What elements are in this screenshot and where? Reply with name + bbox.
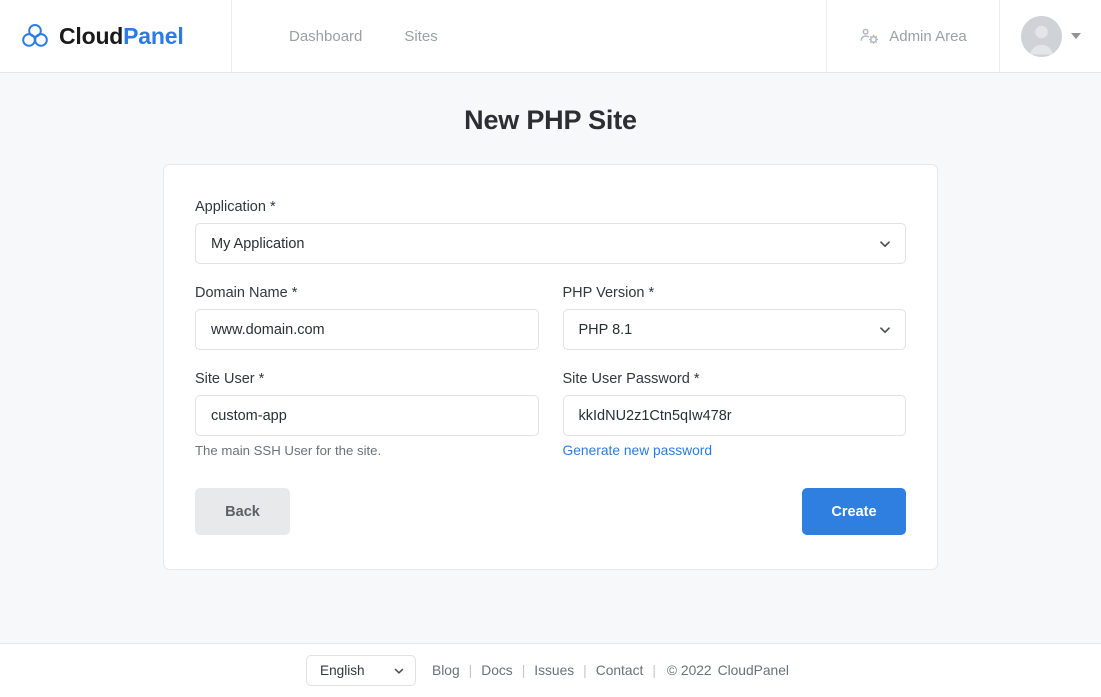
field-site-user: Site User * The main SSH User for the si… [195,371,539,458]
domain-name-input[interactable] [195,309,539,350]
footer-link-contact[interactable]: Contact [596,663,644,678]
admin-area-label: Admin Area [889,27,967,45]
create-button[interactable]: Create [802,488,906,535]
footer-separator: | [583,662,587,678]
footer-links: Blog | Docs | Issues | Contact | © 2022 C… [432,663,795,678]
application-label: Application * [195,199,276,215]
generate-new-password-link[interactable]: Generate new password [563,443,713,458]
field-site-user-password: Site User Password * Generate new passwo… [562,371,907,458]
caret-down-icon [1070,33,1081,39]
generate-password-line: Generate new password [563,443,907,458]
brand-logo-link[interactable]: CloudPanel [0,0,232,72]
site-user-label: Site User * [195,371,265,387]
site-user-password-label: Site User Password * [562,371,700,387]
form-row-domain-php: Domain Name * PHP Version * PHP 8.1 [195,285,906,371]
site-user-hint: The main SSH User for the site. [195,443,382,458]
copyright-name: CloudPanel [717,662,789,678]
application-select-wrapper[interactable]: My Application [195,223,906,264]
footer-link-blog[interactable]: Blog [432,663,460,678]
admin-area-link[interactable]: Admin Area [827,0,1000,72]
footer-copyright: © 2022 CloudPanel [667,663,795,678]
page-title: New PHP Site [464,105,637,135]
language-select-wrapper[interactable]: English [306,654,417,686]
site-user-password-input[interactable] [562,395,906,436]
php-version-select[interactable]: PHP 8.1 [562,309,906,350]
page-content: New PHP Site Application * My Applicatio… [0,73,1101,644]
domain-name-label: Domain Name * [195,285,298,301]
nav-item-dashboard[interactable]: Dashboard [289,28,362,45]
users-cog-icon [859,26,880,47]
user-account-menu[interactable] [1000,0,1101,72]
php-version-select-wrapper[interactable]: PHP 8.1 [562,309,906,350]
top-header-bar: CloudPanel Dashboard Sites Admin Area [0,0,1101,73]
nav-item-sites[interactable]: Sites [404,28,437,45]
new-php-site-form-card: Application * My Application Domain Name… [163,164,938,570]
chevron-down-icon [393,664,405,676]
footer-separator: | [652,662,656,678]
page-footer: English Blog | Docs | Issues | Contact |… [0,644,1101,696]
form-row-application: Application * My Application [195,199,906,285]
copyright-mark: © 2022 [666,662,712,678]
brand-name-dark: Cloud [59,22,124,49]
main-navigation: Dashboard Sites [232,0,827,72]
brand-name-accent: Panel [123,22,184,49]
field-domain-name: Domain Name * [195,285,539,350]
cloudpanel-logo-icon [20,21,50,51]
back-button[interactable]: Back [195,488,290,535]
field-application: Application * My Application [195,199,906,264]
application-select[interactable]: My Application [195,223,906,264]
field-php-version: PHP Version * PHP 8.1 [562,285,906,350]
footer-link-issues[interactable]: Issues [534,663,574,678]
brand-name: CloudPanel [59,23,184,50]
footer-separator: | [521,662,526,678]
footer-link-docs[interactable]: Docs [481,663,512,678]
form-row-user-password: Site User * The main SSH User for the si… [195,371,906,458]
site-user-input[interactable] [195,395,539,436]
footer-separator: | [468,662,473,678]
user-avatar-icon [1020,15,1062,57]
php-version-label: PHP Version * [562,285,655,301]
form-actions: Back Create [195,488,906,535]
